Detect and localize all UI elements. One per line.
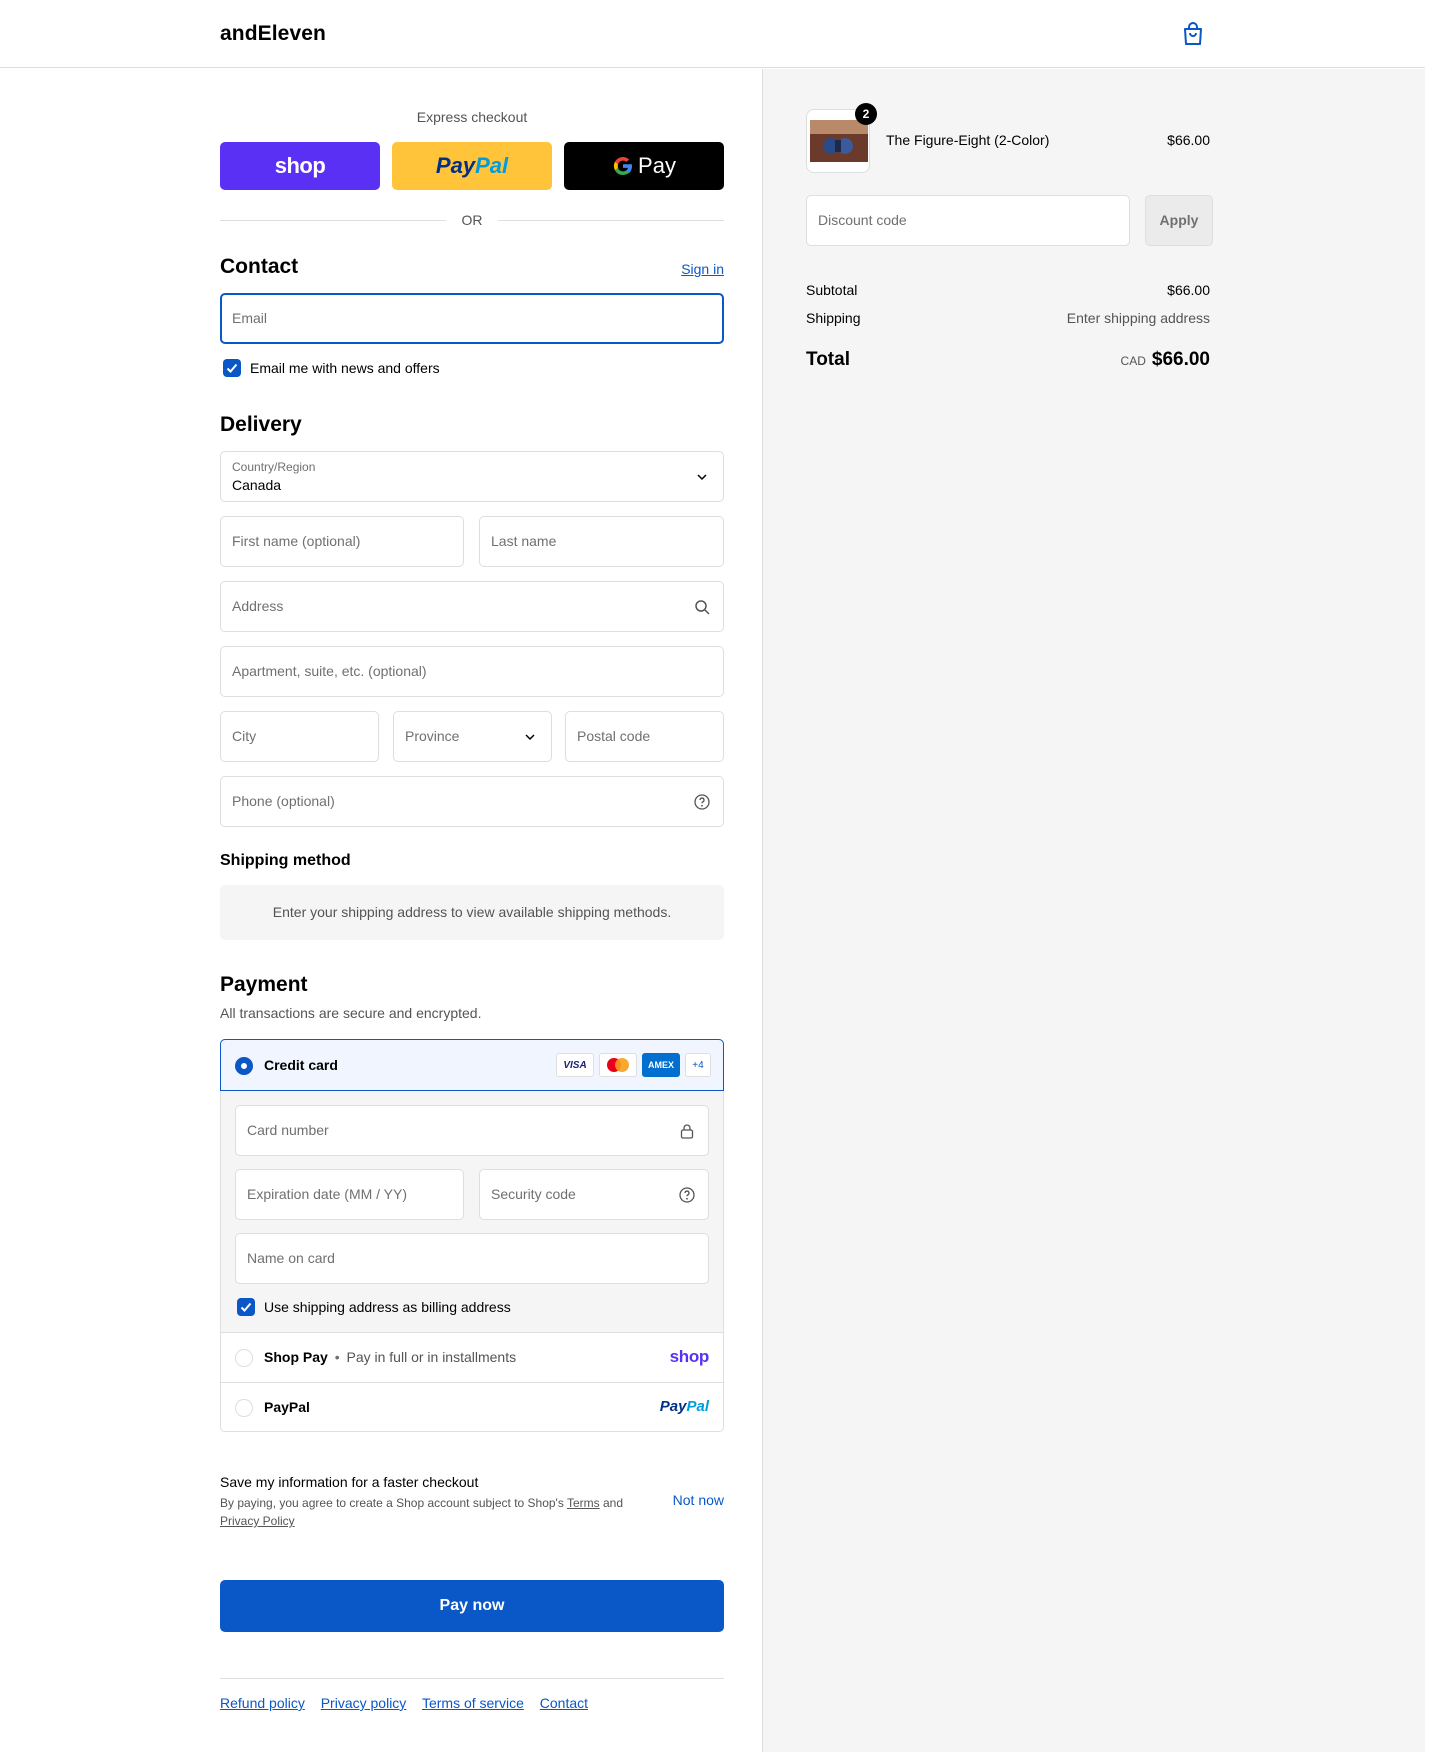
shop-pay-description: Pay in full or in installments <box>346 1349 517 1365</box>
checkmark-icon <box>240 1302 252 1312</box>
discount-code-input[interactable]: Discount code <box>806 195 1130 246</box>
shipping-label: Shipping <box>806 310 861 326</box>
billing-same-label: Use shipping address as billing address <box>264 1299 511 1315</box>
chevron-down-icon <box>697 474 707 481</box>
postal-code-input[interactable]: Postal code <box>565 711 724 762</box>
card-details-panel: Card number Expiration date (MM / YY) Se… <box>221 1091 723 1333</box>
pay-now-button[interactable]: Pay now <box>220 1580 724 1632</box>
shop-pay-express-button[interactable]: shop <box>220 142 380 190</box>
apartment-input[interactable]: Apartment, suite, etc. (optional) <box>220 646 724 697</box>
help-circle-icon[interactable] <box>678 1186 696 1204</box>
shop-pay-radio[interactable] <box>235 1349 253 1367</box>
checkmark-icon <box>226 363 238 373</box>
paypal-label: PayPal <box>264 1399 310 1415</box>
security-code-input[interactable]: Security code <box>479 1169 709 1220</box>
amex-icon: AMEX <box>642 1053 680 1077</box>
address-input[interactable]: Address <box>220 581 724 632</box>
not-now-button[interactable]: Not now <box>673 1492 724 1508</box>
chevron-down-icon <box>525 734 535 741</box>
total-currency: CAD <box>1120 354 1146 368</box>
paypal-logo: PayPal <box>659 1398 709 1415</box>
billing-same-checkbox[interactable] <box>237 1298 255 1316</box>
shop-privacy-link[interactable]: Privacy Policy <box>220 1514 295 1528</box>
brand-logo[interactable]: andEleven <box>220 22 326 46</box>
contact-link[interactable]: Contact <box>540 1695 588 1711</box>
credit-card-option[interactable]: Credit card VISA AMEX +4 <box>220 1039 724 1091</box>
product-name: The Figure-Eight (2-Color) <box>886 132 1050 148</box>
shop-pay-logo: shop <box>669 1347 710 1366</box>
total-value: $66.00 <box>1151 349 1210 370</box>
visa-icon: VISA <box>556 1053 594 1077</box>
country-label: Country/Region <box>232 460 316 474</box>
name-on-card-input[interactable]: Name on card <box>235 1233 709 1284</box>
site-header: andEleven <box>0 0 1425 68</box>
save-info-title: Save my information for a faster checkou… <box>220 1474 479 1490</box>
more-cards-badge: +4 <box>685 1053 711 1077</box>
country-select[interactable]: Country/Region Canada <box>220 451 724 502</box>
phone-input[interactable]: Phone (optional) <box>220 776 724 827</box>
province-select[interactable]: Province <box>393 711 552 762</box>
privacy-policy-link[interactable]: Privacy policy <box>321 1695 407 1711</box>
card-number-input[interactable]: Card number <box>235 1105 709 1156</box>
lock-icon <box>680 1124 694 1139</box>
footer-links: Refund policy Privacy policy Terms of se… <box>220 1695 600 1711</box>
save-info-terms: By paying, you agree to create a Shop ac… <box>220 1496 624 1528</box>
footer-divider <box>220 1678 724 1679</box>
shopping-bag-icon[interactable] <box>1182 22 1204 46</box>
shop-pay-label: Shop Pay <box>264 1349 328 1365</box>
total-label: Total <box>806 349 850 370</box>
subtotal-label: Subtotal <box>806 282 858 298</box>
contact-heading: Contact <box>220 255 299 278</box>
paypal-radio[interactable] <box>235 1399 253 1417</box>
shop-pay-option[interactable]: Shop Pay • Pay in full or in installment… <box>221 1333 723 1383</box>
payment-methods: Credit card VISA AMEX +4 Card number Exp… <box>220 1039 724 1432</box>
help-circle-icon[interactable] <box>693 793 711 811</box>
terms-of-service-link[interactable]: Terms of service <box>422 1695 524 1711</box>
shipping-value: Enter shipping address <box>1066 310 1210 326</box>
newsletter-label: Email me with news and offers <box>250 360 440 376</box>
expiration-date-input[interactable]: Expiration date (MM / YY) <box>235 1169 464 1220</box>
express-checkout-title: Express checkout <box>416 109 528 125</box>
credit-card-radio[interactable] <box>235 1057 253 1075</box>
payment-heading: Payment <box>220 973 308 996</box>
search-icon <box>695 600 710 615</box>
delivery-heading: Delivery <box>220 413 302 436</box>
last-name-input[interactable]: Last name <box>479 516 724 567</box>
subtotal-value: $66.00 <box>1167 282 1210 298</box>
credit-card-label: Credit card <box>264 1057 338 1073</box>
email-field[interactable]: Email <box>220 293 724 344</box>
mastercard-icon <box>599 1053 637 1077</box>
or-divider: OR <box>220 212 724 228</box>
paypal-express-button[interactable]: PayPal <box>392 142 552 190</box>
product-price: $66.00 <box>1167 132 1210 148</box>
first-name-input[interactable]: First name (optional) <box>220 516 464 567</box>
google-g-icon <box>613 156 633 176</box>
paypal-option[interactable]: PayPal PayPal <box>221 1383 723 1432</box>
shipping-method-heading: Shipping method <box>220 852 351 869</box>
newsletter-checkbox[interactable] <box>223 359 241 377</box>
apply-discount-button[interactable]: Apply <box>1145 195 1213 246</box>
refund-policy-link[interactable]: Refund policy <box>220 1695 305 1711</box>
quantity-badge: 2 <box>855 103 877 125</box>
payment-subtitle: All transactions are secure and encrypte… <box>220 1005 482 1021</box>
city-input[interactable]: City <box>220 711 379 762</box>
shop-terms-link[interactable]: Terms <box>567 1496 600 1510</box>
sign-in-link[interactable]: Sign in <box>681 261 724 277</box>
google-pay-express-button[interactable]: Pay <box>564 142 724 190</box>
country-value: Canada <box>232 477 282 493</box>
order-summary: 2 The Figure-Eight (2-Color) $66.00 Disc… <box>762 69 1425 1752</box>
shipping-method-notice: Enter your shipping address to view avai… <box>220 885 724 940</box>
